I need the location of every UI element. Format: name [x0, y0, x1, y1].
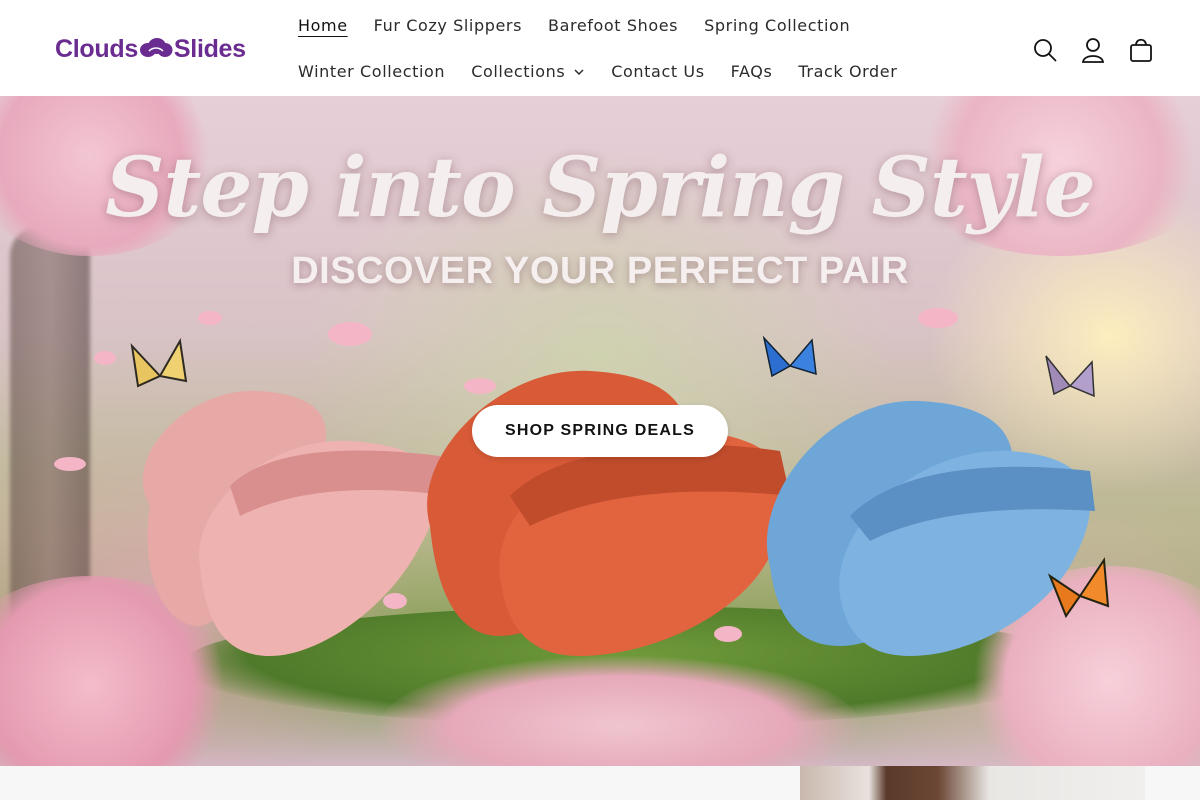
- cloud-slide-icon: [139, 38, 173, 57]
- nav-faqs[interactable]: FAQs: [718, 58, 786, 86]
- header-icons: [1028, 30, 1158, 70]
- pink-slides: [142, 390, 450, 656]
- hero-banner: Step into Spring Style DISCOVER YOUR PER…: [0, 96, 1200, 766]
- account-icon: [1081, 38, 1105, 63]
- nav-contact-us[interactable]: Contact Us: [598, 58, 717, 86]
- hero-subtitle: DISCOVER YOUR PERFECT PAIR: [291, 250, 909, 292]
- nav-barefoot-shoes[interactable]: Barefoot Shoes: [535, 12, 691, 40]
- search-icon: [1034, 39, 1057, 62]
- butterfly-purple: [1045, 355, 1095, 398]
- butterfly-blue: [762, 335, 817, 378]
- shop-spring-deals-button[interactable]: SHOP SPRING DEALS: [472, 405, 728, 457]
- next-section-photo: [800, 766, 1145, 800]
- cart-icon: [1130, 38, 1152, 62]
- nav-spring-collection[interactable]: Spring Collection: [691, 12, 863, 40]
- logo[interactable]: Clouds Slides: [55, 34, 246, 64]
- nav-track-order[interactable]: Track Order: [785, 58, 910, 86]
- nav-collections-dropdown[interactable]: Collections: [458, 58, 598, 86]
- butterfly-yellow: [130, 338, 188, 388]
- logo-text-right: Slides: [173, 34, 246, 63]
- logo-text-left: Clouds: [55, 34, 138, 63]
- account-button[interactable]: [1076, 30, 1110, 70]
- site-header: Clouds Slides Home Fur Cozy Slippers Bar…: [0, 0, 1200, 96]
- hero-title: Step into Spring Style: [105, 140, 1096, 236]
- nav-winter-collection[interactable]: Winter Collection: [285, 58, 458, 86]
- main-nav-row-2: Winter Collection Collections Contact Us…: [285, 58, 910, 86]
- nav-home[interactable]: Home: [285, 12, 361, 40]
- chevron-down-icon: [574, 69, 584, 76]
- cart-button[interactable]: [1124, 30, 1158, 70]
- nav-fur-cozy-slippers[interactable]: Fur Cozy Slippers: [361, 12, 535, 40]
- search-button[interactable]: [1028, 30, 1062, 70]
- blue-slides: [766, 400, 1095, 656]
- main-nav-row-1: Home Fur Cozy Slippers Barefoot Shoes Sp…: [285, 12, 863, 40]
